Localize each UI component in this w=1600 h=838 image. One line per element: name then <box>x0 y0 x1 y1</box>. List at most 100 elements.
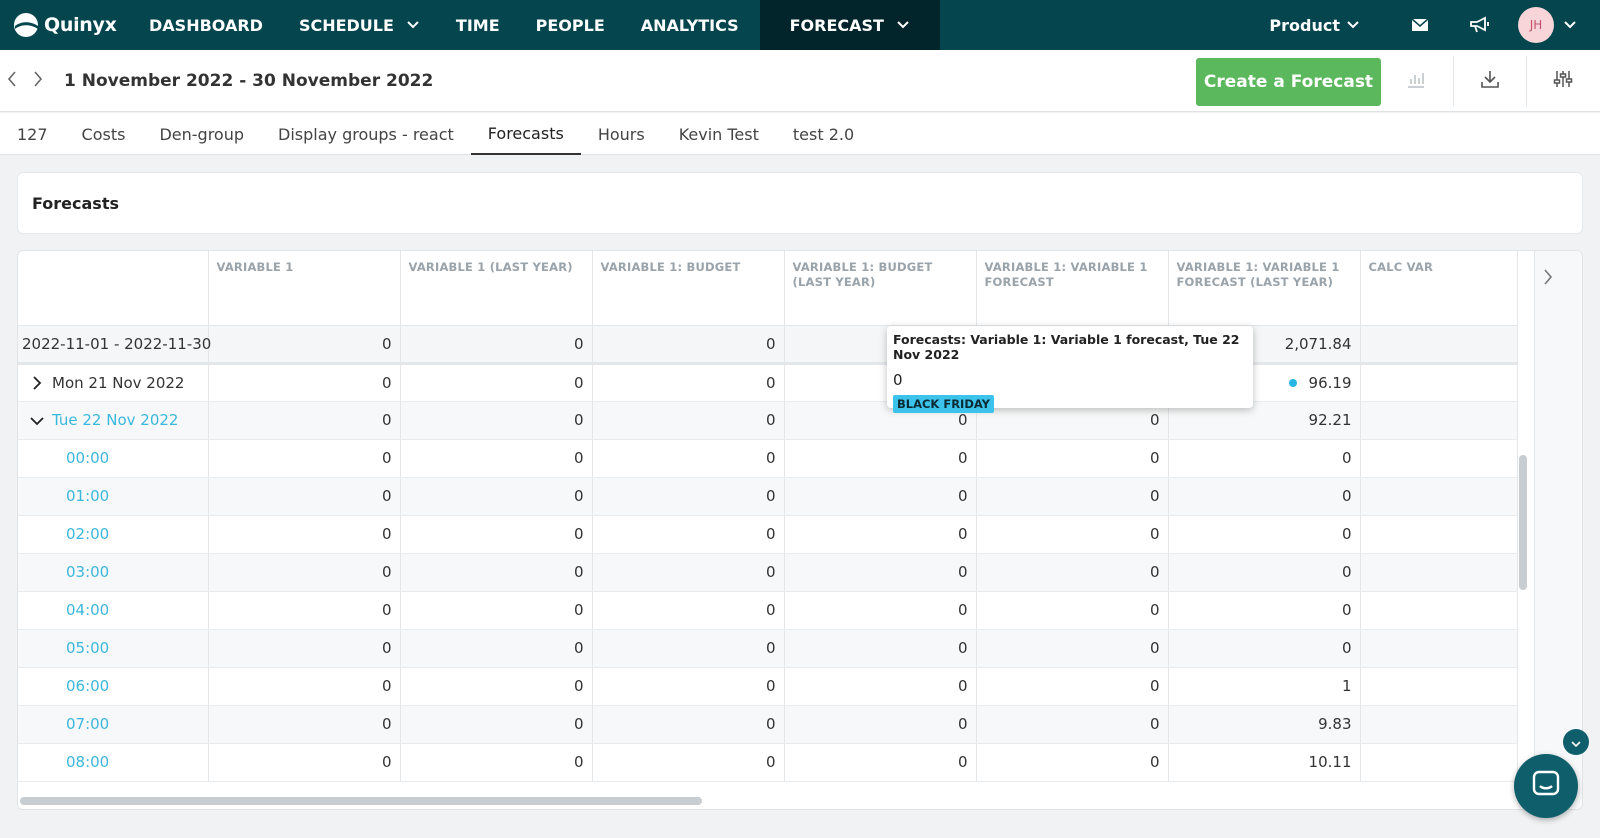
quinyx-logo[interactable]: Quinyx <box>12 12 134 38</box>
column-header[interactable]: VARIABLE 1 (LAST YEAR) <box>400 251 593 326</box>
cell[interactable]: 0 <box>1168 591 1361 630</box>
chart-view-button[interactable] <box>1380 56 1452 106</box>
chevron-right-icon[interactable] <box>22 375 52 391</box>
settings-button[interactable] <box>1526 56 1598 106</box>
cell[interactable]: 0 <box>208 629 401 668</box>
cell[interactable] <box>1360 401 1518 440</box>
column-header[interactable]: VARIABLE 1 <box>208 251 401 326</box>
cell[interactable]: 0 <box>208 477 401 516</box>
cell[interactable]: 1 <box>1168 667 1361 706</box>
cell[interactable]: 0 <box>400 439 593 478</box>
cell[interactable]: 0 <box>784 667 977 706</box>
cell[interactable]: 0 <box>976 477 1169 516</box>
cell[interactable]: 0 <box>208 401 401 440</box>
mail-icon[interactable] <box>1390 0 1450 50</box>
cell[interactable] <box>1360 591 1518 630</box>
nav-forecast[interactable]: FORECAST <box>759 0 940 50</box>
cell[interactable] <box>1360 553 1518 592</box>
cell[interactable]: 0 <box>976 439 1169 478</box>
cell[interactable]: 0 <box>1168 515 1361 554</box>
row-label[interactable]: 04:00 <box>18 591 209 630</box>
cell[interactable]: 0 <box>208 591 401 630</box>
cell[interactable] <box>1360 743 1518 782</box>
row-label[interactable]: Tue 22 Nov 2022 <box>18 401 209 440</box>
tab-test-2-0[interactable]: test 2.0 <box>776 113 871 155</box>
chevron-down-icon[interactable] <box>1554 20 1586 30</box>
cell[interactable]: 0 <box>592 363 785 402</box>
row-label[interactable]: 01:00 <box>18 477 209 516</box>
cell[interactable] <box>1360 667 1518 706</box>
cell[interactable]: 0 <box>592 401 785 440</box>
cell[interactable] <box>1360 515 1518 554</box>
row-label[interactable]: 00:00 <box>18 439 209 478</box>
tab-costs[interactable]: Costs <box>65 113 143 155</box>
expand-side-panel-button[interactable] <box>1542 268 1554 290</box>
cell[interactable] <box>1360 629 1518 668</box>
cell[interactable]: 0 <box>208 743 401 782</box>
cell[interactable]: 0 <box>592 477 785 516</box>
chevron-down-icon[interactable] <box>22 416 52 426</box>
cell[interactable]: 0 <box>784 629 977 668</box>
cell[interactable]: 0 <box>208 325 401 365</box>
cell[interactable] <box>1360 477 1518 516</box>
cell[interactable] <box>1360 363 1518 402</box>
cell[interactable]: 0 <box>400 667 593 706</box>
cell[interactable]: 0 <box>208 439 401 478</box>
column-header[interactable]: VARIABLE 1: BUDGET (LAST YEAR) <box>784 251 977 326</box>
cell[interactable]: 0 <box>592 325 785 365</box>
cell[interactable]: 0 <box>976 515 1169 554</box>
row-label[interactable]: 03:00 <box>18 553 209 592</box>
cell[interactable]: 0 <box>400 363 593 402</box>
nav-people[interactable]: PEOPLE <box>521 0 620 50</box>
cell[interactable]: 0 <box>400 629 593 668</box>
cell[interactable]: 0 <box>592 553 785 592</box>
cell[interactable]: 0 <box>1168 477 1361 516</box>
cell[interactable]: 0 <box>400 477 593 516</box>
vertical-scrollbar[interactable] <box>1519 455 1527 590</box>
cell[interactable]: 0 <box>400 325 593 365</box>
column-header[interactable]: VARIABLE 1: BUDGET <box>592 251 785 326</box>
cell[interactable]: 0 <box>592 667 785 706</box>
tab-forecasts[interactable]: Forecasts <box>470 113 581 155</box>
cell[interactable] <box>1360 325 1518 365</box>
cell[interactable]: 0 <box>208 363 401 402</box>
cell[interactable]: 0 <box>784 553 977 592</box>
column-header[interactable]: VARIABLE 1: VARIABLE 1 FORECAST <box>976 251 1169 326</box>
tab-hours[interactable]: Hours <box>581 113 662 155</box>
cell[interactable]: 0 <box>208 553 401 592</box>
cell[interactable]: 0 <box>400 553 593 592</box>
cell[interactable]: 0 <box>592 515 785 554</box>
cell[interactable]: 0 <box>784 515 977 554</box>
cell[interactable]: 0 <box>976 705 1169 744</box>
cell[interactable]: 0 <box>784 477 977 516</box>
row-label[interactable]: 06:00 <box>18 667 209 706</box>
cell[interactable]: 0 <box>976 553 1169 592</box>
horizontal-scrollbar[interactable] <box>20 797 702 805</box>
cell[interactable]: 0 <box>208 705 401 744</box>
tab-den-group[interactable]: Den-group <box>142 113 261 155</box>
cell[interactable]: 0 <box>976 629 1169 668</box>
tab-127[interactable]: 127 <box>0 113 65 155</box>
cell[interactable]: 0 <box>400 591 593 630</box>
nav-schedule[interactable]: SCHEDULE <box>284 0 435 50</box>
product-selector[interactable]: Product <box>1269 16 1360 35</box>
cell[interactable]: 0 <box>976 743 1169 782</box>
row-label[interactable]: 08:00 <box>18 743 209 782</box>
cell[interactable]: 0 <box>784 705 977 744</box>
cell[interactable]: 9.83 <box>1168 705 1361 744</box>
chat-launcher-button[interactable] <box>1514 754 1578 818</box>
cell[interactable]: 0 <box>592 629 785 668</box>
cell[interactable]: 0 <box>592 439 785 478</box>
cell[interactable]: 0 <box>1168 553 1361 592</box>
cell[interactable]: 0 <box>1168 439 1361 478</box>
row-label[interactable]: 02:00 <box>18 515 209 554</box>
cell[interactable]: 0 <box>400 743 593 782</box>
tab-kevin-test[interactable]: Kevin Test <box>662 113 776 155</box>
cell[interactable]: 0 <box>1168 629 1361 668</box>
nav-time[interactable]: TIME <box>441 0 515 50</box>
cell[interactable]: 0 <box>592 743 785 782</box>
cell[interactable]: 0 <box>784 743 977 782</box>
chat-minimize-button[interactable] <box>1563 729 1589 755</box>
cell[interactable]: 0 <box>400 401 593 440</box>
cell[interactable]: 0 <box>976 591 1169 630</box>
